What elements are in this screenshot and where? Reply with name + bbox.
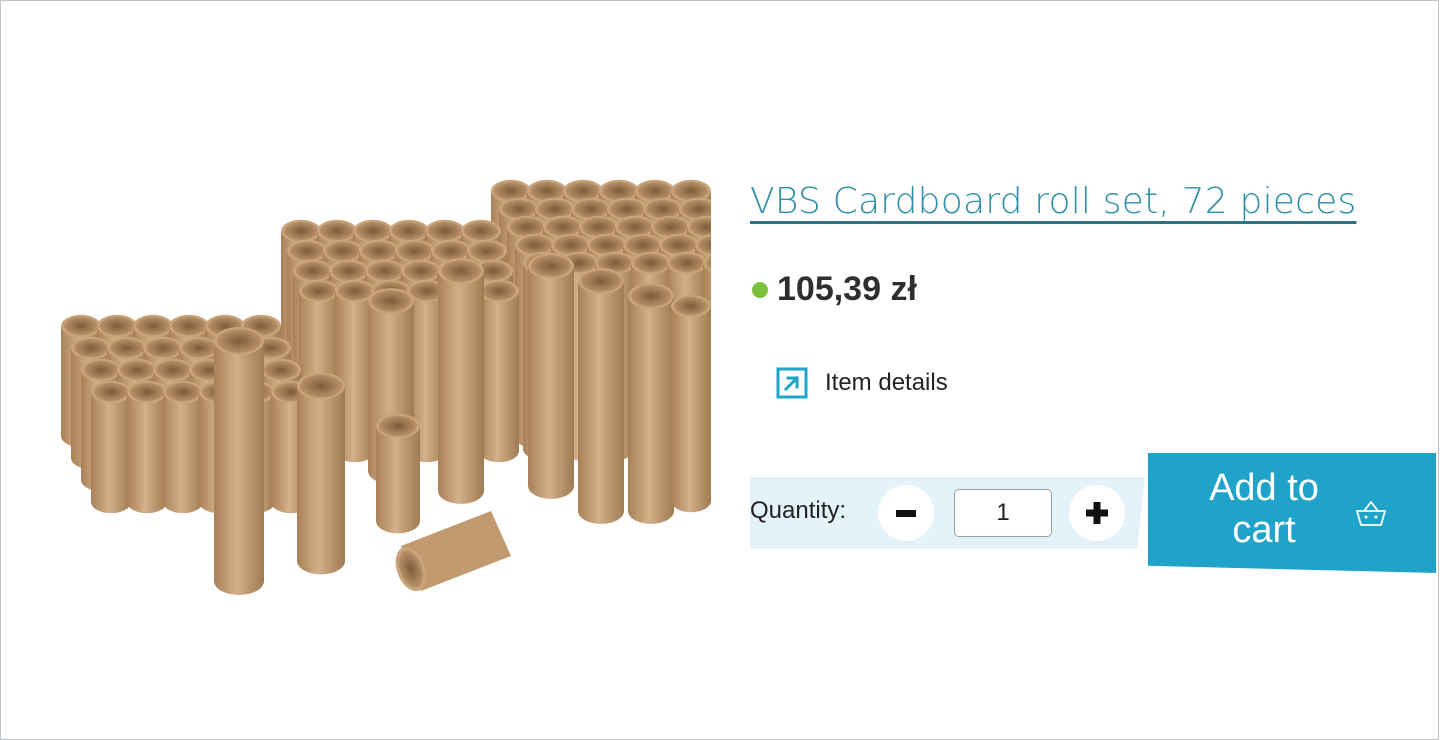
cardboard-tube <box>528 253 574 499</box>
decrease-quantity-button[interactable] <box>878 485 934 541</box>
quantity-input[interactable] <box>954 489 1052 537</box>
plus-icon <box>1086 502 1108 524</box>
cardboard-tube <box>376 413 420 534</box>
cardboard-tube <box>578 268 624 524</box>
product-price: 105,39 zł <box>777 270 917 308</box>
product-image[interactable] <box>41 161 711 601</box>
item-details-label: Item details <box>825 369 948 396</box>
cardboard-tube <box>214 327 264 595</box>
product-title[interactable]: VBS Cardboard roll set, 72 pieces <box>750 181 1356 222</box>
add-to-cart-button[interactable]: Add to cart <box>1148 453 1436 573</box>
basket-icon <box>1356 501 1386 526</box>
cardboard-tube <box>91 380 131 514</box>
quantity-label: Quantity: <box>750 497 847 524</box>
minus-icon <box>896 510 916 517</box>
add-to-cart-label: Add to cart <box>1209 467 1319 551</box>
cardboard-tube <box>479 279 519 463</box>
product-card: VBS Cardboard roll set, 72 pieces 105,39… <box>0 0 1439 740</box>
cardboard-tube <box>671 294 711 513</box>
cardboard-tube <box>438 258 484 504</box>
in-stock-indicator <box>752 281 768 298</box>
increase-quantity-button[interactable] <box>1069 485 1125 541</box>
price-row: 105,39 zł <box>752 270 917 309</box>
cardboard-tube <box>628 283 674 524</box>
cardboard-tube <box>163 380 203 514</box>
cardboard-tube <box>127 380 167 514</box>
item-details-link[interactable]: Item details <box>776 367 948 399</box>
external-link-icon <box>776 367 808 399</box>
cardboard-tube <box>297 372 345 575</box>
